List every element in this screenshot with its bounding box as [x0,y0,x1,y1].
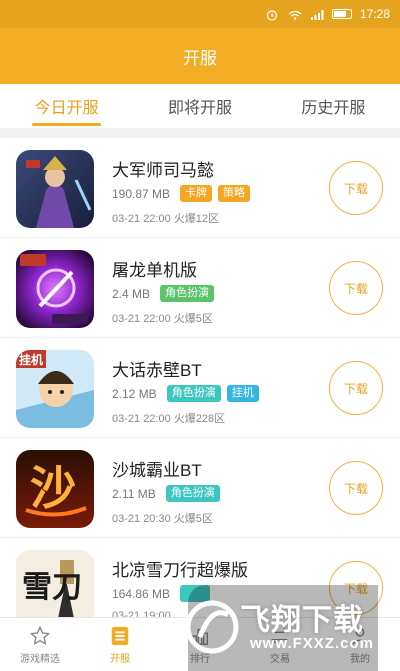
game-meta: 2.12 MB 角色扮演 挂机 [112,385,259,402]
server-time: 03-21 22:00 火爆5区 [112,313,213,325]
watermark-text: 飞翔下载 [240,604,364,637]
alarm-icon [266,9,280,21]
game-meta: 190.87 MB 卡牌 策略 [112,185,251,202]
game-icon[interactable] [16,250,94,328]
list-item[interactable]: 沙 沙城霸业BT 2.11 MB 角色扮演 03-21 20:30 火爆5区 下… [0,438,400,538]
icon-badge-text: 雪刀 [22,571,82,604]
nav-label: 开服 [110,653,130,665]
watermark: 飞翔下载 www.FXXZ.com [178,575,388,671]
game-list: 大军师司马懿 190.87 MB 卡牌 策略 03-21 22:00 火爆12区… [0,138,400,620]
tag-badge: 卡牌 [180,185,213,202]
watermark-url: www.FXXZ.com [250,635,374,652]
game-icon[interactable]: 沙 [16,450,94,528]
game-name[interactable]: 大军师司马懿 [112,156,214,181]
game-meta: 2.4 MB 角色扮演 [112,285,215,302]
download-button[interactable]: 下载 [329,261,383,315]
status-bar: 17:28 [0,0,400,28]
game-icon[interactable] [16,150,94,228]
tab-label: 今日开服 [34,100,99,117]
download-button[interactable]: 下载 [329,161,383,215]
server-time: 03-21 22:00 火爆228区 [112,413,226,425]
tag-badge: 策略 [218,185,251,202]
header: 开服 [0,28,400,84]
game-name[interactable]: 沙城霸业BT [112,456,202,481]
game-size: 2.4 MB [112,286,151,301]
tab-bar: 今日开服 即将开服 历史开服 [0,84,400,128]
tag-badge: 角色扮演 [165,485,220,502]
list-item[interactable]: 屠龙单机版 2.4 MB 角色扮演 03-21 22:00 火爆5区 下载 [0,238,400,338]
tag-badge: 挂机 [226,385,259,402]
tag-badge: 角色扮演 [160,285,215,302]
game-size: 2.12 MB [112,386,157,401]
divider [0,128,400,138]
server-time: 03-21 20:30 火爆5区 [112,513,213,525]
nav-item-servers[interactable]: 开服 [80,618,160,671]
battery-icon [331,9,352,19]
tab-upcoming[interactable]: 即将开服 [133,84,266,128]
game-meta: 2.11 MB 角色扮演 [112,485,220,502]
list-icon [108,625,132,647]
wifi-icon [288,9,302,20]
star-icon [28,625,52,647]
tab-history[interactable]: 历史开服 [267,84,400,128]
download-button[interactable]: 下载 [329,361,383,415]
icon-badge-text: 挂机 [19,353,44,367]
tab-label: 历史开服 [301,100,366,117]
status-time: 17:28 [359,7,390,21]
game-icon[interactable]: 雪刀 [16,550,94,620]
game-size: 2.11 MB [112,486,156,501]
tag-badge: 角色扮演 [166,385,221,402]
download-button[interactable]: 下载 [329,461,383,515]
list-item[interactable]: 大军师司马懿 190.87 MB 卡牌 策略 03-21 22:00 火爆12区… [0,138,400,238]
server-time: 03-21 22:00 火爆12区 [112,213,220,225]
icon-badge-text: 沙 [30,462,76,514]
tab-label: 即将开服 [167,100,232,117]
game-name[interactable]: 大话赤壁BT [112,356,202,381]
signal-icon [310,9,324,20]
list-item[interactable]: 挂机 大话赤壁BT 2.12 MB 角色扮演 挂机 03-21 22:00 火爆… [0,338,400,438]
nav-label: 游戏精选 [20,653,60,665]
game-name[interactable]: 屠龙单机版 [112,256,197,281]
game-icon[interactable]: 挂机 [16,350,94,428]
page-title: 开服 [183,48,217,68]
game-size: 190.87 MB [112,186,171,201]
nav-item-featured[interactable]: 游戏精选 [0,618,80,671]
tab-today[interactable]: 今日开服 [0,84,133,128]
game-size: 164.86 MB [112,586,171,601]
